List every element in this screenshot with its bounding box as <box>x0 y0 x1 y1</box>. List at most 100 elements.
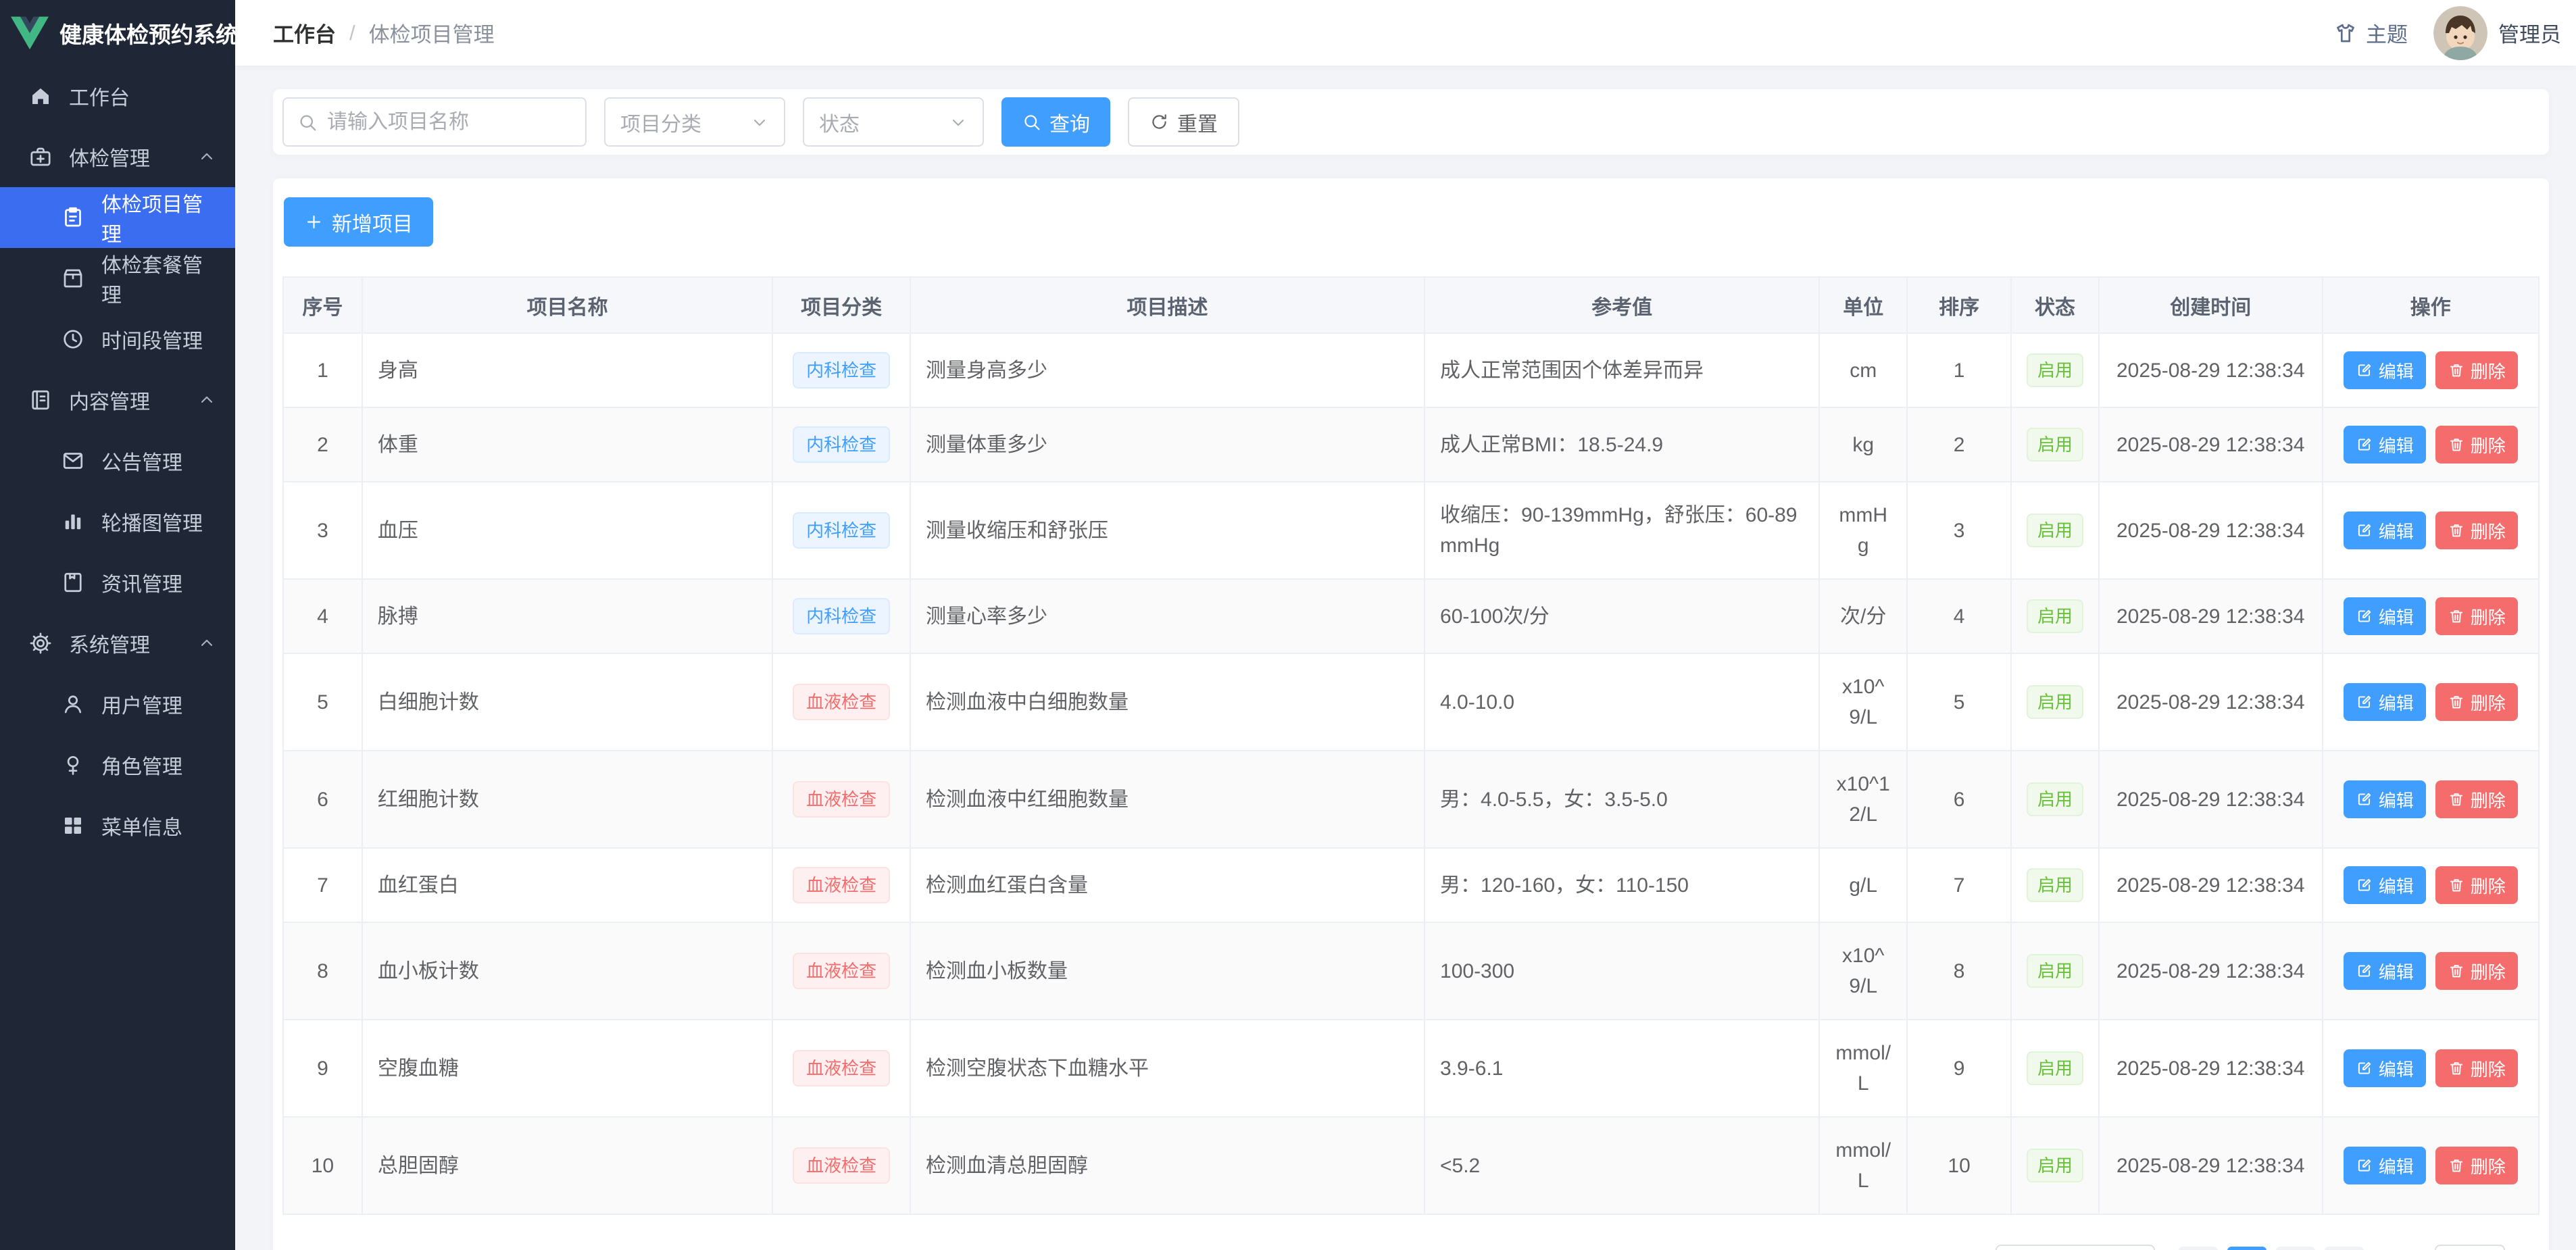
sidebar-item-label: 用户管理 <box>101 689 182 719</box>
category-tag: 内科检查 <box>793 512 890 549</box>
edit-button[interactable]: 编辑 <box>2344 1147 2426 1184</box>
item-unit: mmHg <box>1819 482 1907 579</box>
edit-button-label: 编辑 <box>2379 604 2414 629</box>
item-name: 血小板计数 <box>362 922 773 1020</box>
status-badge: 启用 <box>2027 782 2083 816</box>
sidebar-item-label: 系统管理 <box>69 628 150 658</box>
mail-icon <box>61 449 85 473</box>
edit-button[interactable]: 编辑 <box>2344 1049 2426 1087</box>
submenu-system-management: 用户管理角色管理菜单信息 <box>0 674 235 856</box>
edit-button[interactable]: 编辑 <box>2344 351 2426 389</box>
sidebar-item-exam-package-management[interactable]: 体检套餐管理 <box>0 248 235 309</box>
delete-button[interactable]: 删除 <box>2435 426 2518 464</box>
sidebar-item-system-management[interactable]: 系统管理 <box>0 613 235 674</box>
item-unit: kg <box>1819 407 1907 482</box>
delete-button[interactable]: 删除 <box>2435 597 2518 635</box>
sidebar-item-exam-item-management[interactable]: 体检项目管理 <box>0 187 235 248</box>
edit-button[interactable]: 编辑 <box>2344 683 2426 721</box>
reference-value: 100-300 <box>1425 922 1819 1020</box>
page-size-select[interactable]: 10条/页 <box>1996 1245 2155 1250</box>
edit-icon <box>2356 361 2373 379</box>
created-time: 2025-08-29 12:38:34 <box>2099 1117 2322 1214</box>
add-item-button-label: 新增项目 <box>332 207 413 237</box>
edit-icon <box>2356 962 2373 980</box>
search-button[interactable]: 查询 <box>1001 97 1110 147</box>
goto-page-input[interactable] <box>2435 1245 2505 1250</box>
search-icon <box>1022 112 1041 132</box>
edit-button[interactable]: 编辑 <box>2344 952 2426 990</box>
item-unit: x10^12/L <box>1819 751 1907 848</box>
row-index: 3 <box>283 482 362 579</box>
delete-button[interactable]: 删除 <box>2435 1147 2518 1184</box>
submenu-content-management: 公告管理轮播图管理资讯管理 <box>0 430 235 613</box>
edit-button[interactable]: 编辑 <box>2344 511 2426 549</box>
item-category-cell: 血液检查 <box>772 848 910 922</box>
item-name: 空腹血糖 <box>362 1020 773 1117</box>
sidebar-item-content-management[interactable]: 内容管理 <box>0 370 235 430</box>
sidebar-item-carousel-management[interactable]: 轮播图管理 <box>0 491 235 552</box>
avatar[interactable] <box>2433 6 2487 60</box>
edit-button[interactable]: 编辑 <box>2344 597 2426 635</box>
delete-button[interactable]: 删除 <box>2435 683 2518 721</box>
item-description: 检测血清总胆固醇 <box>910 1117 1425 1214</box>
search-input[interactable] <box>327 111 572 134</box>
delete-button[interactable]: 删除 <box>2435 952 2518 990</box>
sidebar-item-menu-info[interactable]: 菜单信息 <box>0 795 235 856</box>
sidebar-item-user-management[interactable]: 用户管理 <box>0 674 235 734</box>
sidebar-item-announcement-management[interactable]: 公告管理 <box>0 430 235 491</box>
sidebar-item-time-slot-management[interactable]: 时间段管理 <box>0 309 235 370</box>
sidebar-item-label: 轮播图管理 <box>101 507 203 536</box>
item-name: 体重 <box>362 407 773 482</box>
status-select-placeholder: 状态 <box>819 107 860 137</box>
page-button-2[interactable]: 2 <box>2276 1247 2315 1250</box>
item-unit: g/L <box>1819 848 1907 922</box>
table-row: 2体重内科检查测量体重多少成人正常BMI：18.5-24.9kg2启用2025-… <box>283 407 2539 482</box>
sort-order: 3 <box>1907 482 2011 579</box>
edit-button[interactable]: 编辑 <box>2344 426 2426 464</box>
delete-button[interactable]: 删除 <box>2435 866 2518 904</box>
item-name: 红细胞计数 <box>362 751 773 848</box>
prev-page-button[interactable] <box>2179 1247 2218 1250</box>
user-icon <box>61 692 85 716</box>
sort-order: 9 <box>1907 1020 2011 1117</box>
breadcrumb-separator: / <box>349 21 355 45</box>
status-select[interactable]: 状态 <box>803 97 984 147</box>
page-button-1[interactable]: 1 <box>2227 1247 2267 1250</box>
column-header: 排序 <box>1907 277 2011 333</box>
column-header: 项目描述 <box>910 277 1425 333</box>
edit-button[interactable]: 编辑 <box>2344 866 2426 904</box>
column-header: 参考值 <box>1425 277 1819 333</box>
edit-button[interactable]: 编辑 <box>2344 780 2426 818</box>
edit-icon <box>2356 436 2373 453</box>
delete-button[interactable]: 删除 <box>2435 351 2518 389</box>
project-name-search-field[interactable] <box>282 97 587 147</box>
category-select[interactable]: 项目分类 <box>604 97 785 147</box>
sidebar-item-role-management[interactable]: 角色管理 <box>0 734 235 795</box>
row-index: 10 <box>283 1117 362 1214</box>
delete-button-label: 删除 <box>2471 1056 2506 1081</box>
delete-button[interactable]: 删除 <box>2435 780 2518 818</box>
submenu-exam-management: 体检项目管理体检套餐管理时间段管理 <box>0 187 235 370</box>
vue-logo-icon <box>11 16 49 50</box>
delete-button[interactable]: 删除 <box>2435 1049 2518 1087</box>
item-category-cell: 血液检查 <box>772 1117 910 1214</box>
row-index: 6 <box>283 751 362 848</box>
edit-icon <box>2356 607 2373 625</box>
trash-icon <box>2448 791 2465 808</box>
theme-toggle[interactable]: 主题 <box>2333 18 2408 48</box>
delete-button[interactable]: 删除 <box>2435 511 2518 549</box>
next-page-button[interactable] <box>2325 1247 2364 1250</box>
add-item-button[interactable]: 新增项目 <box>284 197 433 247</box>
delete-button-label: 删除 <box>2471 787 2506 812</box>
reset-button[interactable]: 重置 <box>1128 97 1239 147</box>
sidebar-item-workbench[interactable]: 工作台 <box>0 66 235 126</box>
theme-icon <box>2333 21 2358 45</box>
breadcrumb-root[interactable]: 工作台 <box>273 18 336 48</box>
sidebar-item-news-management[interactable]: 资讯管理 <box>0 552 235 613</box>
status-cell: 启用 <box>2011 751 2099 848</box>
pagination: 共 20 条 10条/页 12 前往 页 <box>282 1245 2540 1250</box>
edit-icon <box>2356 876 2373 894</box>
delete-button-label: 删除 <box>2471 432 2506 457</box>
status-badge: 启用 <box>2027 428 2083 461</box>
sidebar-item-exam-management[interactable]: 体检管理 <box>0 126 235 187</box>
